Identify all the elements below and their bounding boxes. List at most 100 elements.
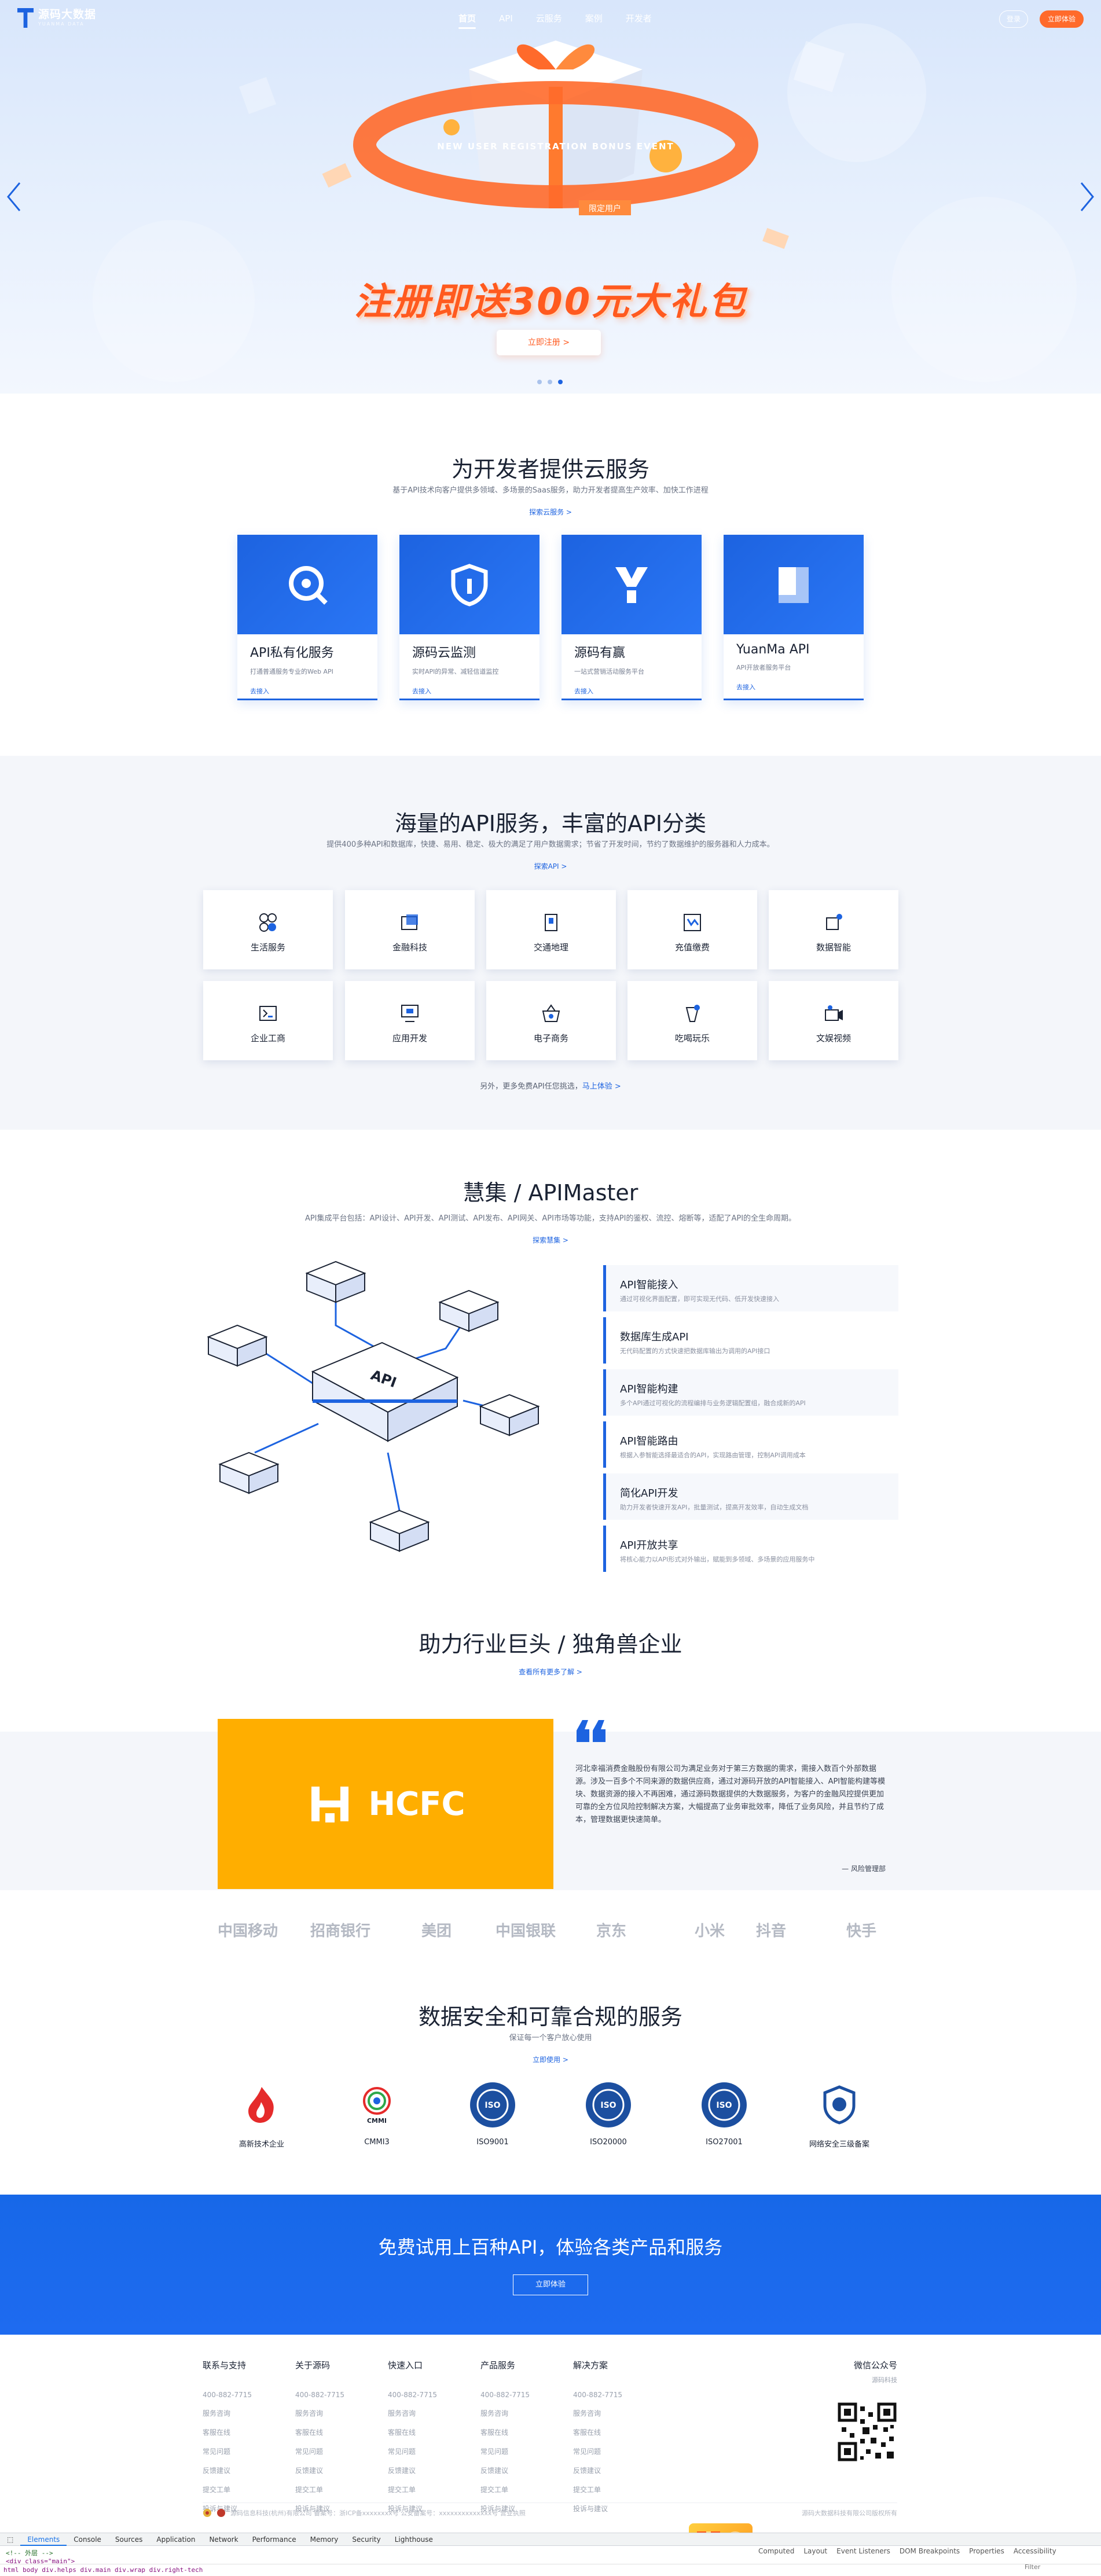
industry-more-link[interactable]: 查看所有更多了解 >: [0, 1667, 1101, 1677]
category-app-dev[interactable]: 应用开发: [345, 981, 475, 1060]
feature-db-to-api[interactable]: 数据库生成API 无代码配置的方式快速把数据库输出为调用的API接口: [603, 1317, 898, 1364]
devtools-side-tab[interactable]: DOM Breakpoints: [900, 2547, 960, 2555]
cta-try-button[interactable]: 立即体验: [513, 2274, 588, 2295]
login-button[interactable]: 登录: [999, 10, 1028, 28]
footer-link[interactable]: 400-882-7715: [388, 2391, 475, 2399]
card-link[interactable]: 去接入: [412, 686, 540, 696]
devtools-tab-performance[interactable]: Performance: [245, 2535, 303, 2544]
devtools-tab-sources[interactable]: Sources: [108, 2535, 149, 2544]
nav-item-cases[interactable]: 案例: [574, 12, 614, 29]
footer-link[interactable]: 服务咨询: [295, 2408, 382, 2418]
site-logo[interactable]: 源码大数据 YUANMA DATA: [17, 8, 96, 28]
category-entertainment[interactable]: 吃喝玩乐: [627, 981, 757, 1060]
carousel-prev-button[interactable]: [3, 179, 24, 214]
cloud-card-yuanma-api[interactable]: YuanMa API API开放者服务平台 去接入: [724, 535, 864, 700]
footer-link[interactable]: 客服在线: [388, 2427, 475, 2437]
testimonial-quote: 河北幸福消费金融股份有限公司为满足业务对于第三方数据的需求，需接入数百个外部数据…: [575, 1765, 886, 1824]
nav-item-developer[interactable]: 开发者: [614, 12, 663, 29]
footer-link[interactable]: 400-882-7715: [480, 2391, 567, 2399]
footer-link[interactable]: 400-882-7715: [573, 2391, 660, 2399]
footer-link[interactable]: 客服在线: [295, 2427, 382, 2437]
footer-link[interactable]: 客服在线: [480, 2427, 567, 2437]
devtools-tab-application[interactable]: Application: [149, 2535, 202, 2544]
carousel-next-button[interactable]: [1077, 179, 1098, 214]
footer-link[interactable]: 提交工单: [295, 2485, 382, 2494]
feature-title: API开放共享: [620, 1539, 678, 1552]
nav-item-home[interactable]: 首页: [447, 12, 487, 29]
devtools-inspect-icon[interactable]: ⬚: [0, 2535, 20, 2544]
footer-heading: 快速入口: [388, 2360, 423, 2371]
footer-link[interactable]: 反馈建议: [295, 2465, 382, 2475]
carousel-dot[interactable]: [537, 380, 542, 384]
cloud-card-youying[interactable]: 源码有赢 一站式营销活动服务平台 去接入: [561, 535, 702, 700]
category-business[interactable]: 企业工商: [203, 981, 333, 1060]
devtools-tab-console[interactable]: Console: [67, 2535, 108, 2544]
footer-link[interactable]: 400-882-7715: [203, 2391, 289, 2399]
devtools-tab-elements[interactable]: Elements: [20, 2533, 67, 2546]
feature-api-access[interactable]: API智能接入 通过可视化界面配置，即可实现无代码、低开发快速接入: [603, 1265, 898, 1311]
devtools-side-tab[interactable]: Computed: [758, 2547, 794, 2555]
footer-heading: 关于源码: [295, 2360, 331, 2371]
category-data-intel[interactable]: 数据智能: [769, 890, 898, 969]
devtools-tab-network[interactable]: Network: [202, 2535, 245, 2544]
devtools-side-tab[interactable]: Properties: [969, 2547, 1004, 2555]
feature-api-routing[interactable]: API智能路由 根据入参智能选择最适合的API，实现路由管理，控制API调用成本: [603, 1421, 898, 1468]
footer-link[interactable]: 客服在线: [203, 2427, 289, 2437]
footer-link[interactable]: 反馈建议: [388, 2465, 475, 2475]
footer-link[interactable]: 提交工单: [388, 2485, 475, 2494]
footer-link[interactable]: 投诉与建议: [573, 2504, 660, 2513]
footer-link[interactable]: 常见问题: [480, 2446, 567, 2456]
feature-api-build[interactable]: API智能构建 多个API通过可视化的流程编排与业务逻辑配置组，融合成新的API: [603, 1369, 898, 1416]
devtools-dom-tree[interactable]: <!-- 外层 --> <div class="main">: [6, 2549, 75, 2566]
carousel-dot[interactable]: [548, 380, 552, 384]
devtools-tab-lighthouse[interactable]: Lighthouse: [388, 2535, 440, 2544]
explore-cloud-link[interactable]: 探索云服务 >: [0, 507, 1101, 517]
footer-link[interactable]: 常见问题: [203, 2446, 289, 2456]
try-now-link[interactable]: 马上体验 >: [582, 1082, 621, 1091]
footer-link[interactable]: 反馈建议: [203, 2465, 289, 2475]
register-button[interactable]: 立即体验: [1040, 10, 1084, 28]
footer-link[interactable]: 服务咨询: [203, 2408, 289, 2418]
footer-link[interactable]: 提交工单: [480, 2485, 567, 2494]
footer-link[interactable]: 提交工单: [573, 2485, 660, 2494]
devtools-side-tab[interactable]: Accessibility: [1014, 2547, 1056, 2555]
category-life[interactable]: 生活服务: [203, 890, 333, 969]
banner-register-button[interactable]: 立即注册 >: [497, 330, 601, 355]
devtools-side-tab[interactable]: Layout: [803, 2547, 827, 2555]
nav-item-api[interactable]: API: [487, 12, 524, 29]
feature-api-dev[interactable]: 简化API开发 助力开发者快速开发API，批量测试，提高开发效率，自动生成文档: [603, 1473, 898, 1520]
explore-api-link[interactable]: 探索API >: [0, 861, 1101, 871]
compliance-link[interactable]: 立即使用 >: [0, 2055, 1101, 2064]
category-recharge[interactable]: 充值缴费: [627, 890, 757, 969]
footer-link[interactable]: 反馈建议: [573, 2465, 660, 2475]
category-ecommerce[interactable]: 电子商务: [486, 981, 616, 1060]
footer-link[interactable]: 客服在线: [573, 2427, 660, 2437]
footer-link[interactable]: 服务咨询: [388, 2408, 475, 2418]
card-link[interactable]: 去接入: [250, 686, 377, 696]
footer-link[interactable]: 服务咨询: [573, 2408, 660, 2418]
devtools-side-tab[interactable]: Event Listeners: [836, 2547, 890, 2555]
category-fintech[interactable]: 金融科技: [345, 890, 475, 969]
devtools-breadcrumb[interactable]: html body div.helps div.main div.wrap di…: [0, 2564, 1101, 2575]
feature-api-share[interactable]: API开放共享 将核心能力以API形式对外输出，赋能到多领域、多场景的应用服务中: [603, 1526, 898, 1572]
devtools-tab-memory[interactable]: Memory: [303, 2535, 346, 2544]
card-link[interactable]: 去接入: [736, 682, 864, 692]
category-traffic[interactable]: 交通地理: [486, 890, 616, 969]
explore-apimaster-link[interactable]: 探索慧集 >: [0, 1235, 1101, 1245]
footer-link[interactable]: 服务咨询: [480, 2408, 567, 2418]
footer-link[interactable]: 常见问题: [573, 2446, 660, 2456]
dom-comment-line[interactable]: <!-- 外层 -->: [6, 2549, 75, 2557]
cloud-card-monitor[interactable]: 源码云监测 实时API的异常、减轻信道监控 去接入: [399, 535, 540, 700]
carousel-dot-active[interactable]: [558, 380, 563, 384]
devtools-tab-security[interactable]: Security: [345, 2535, 387, 2544]
footer-link[interactable]: 提交工单: [203, 2485, 289, 2494]
terminal-icon: [259, 1006, 277, 1021]
footer-link[interactable]: 常见问题: [388, 2446, 475, 2456]
footer-link[interactable]: 反馈建议: [480, 2465, 567, 2475]
cloud-card-private-api[interactable]: API私有化服务 打通普通服务专业的Web API 去接入: [237, 535, 377, 700]
category-video[interactable]: 文娱视频: [769, 981, 898, 1060]
card-link[interactable]: 去接入: [574, 686, 702, 696]
footer-link[interactable]: 400-882-7715: [295, 2391, 382, 2399]
footer-link[interactable]: 常见问题: [295, 2446, 382, 2456]
nav-item-cloud[interactable]: 云服务: [524, 12, 574, 29]
